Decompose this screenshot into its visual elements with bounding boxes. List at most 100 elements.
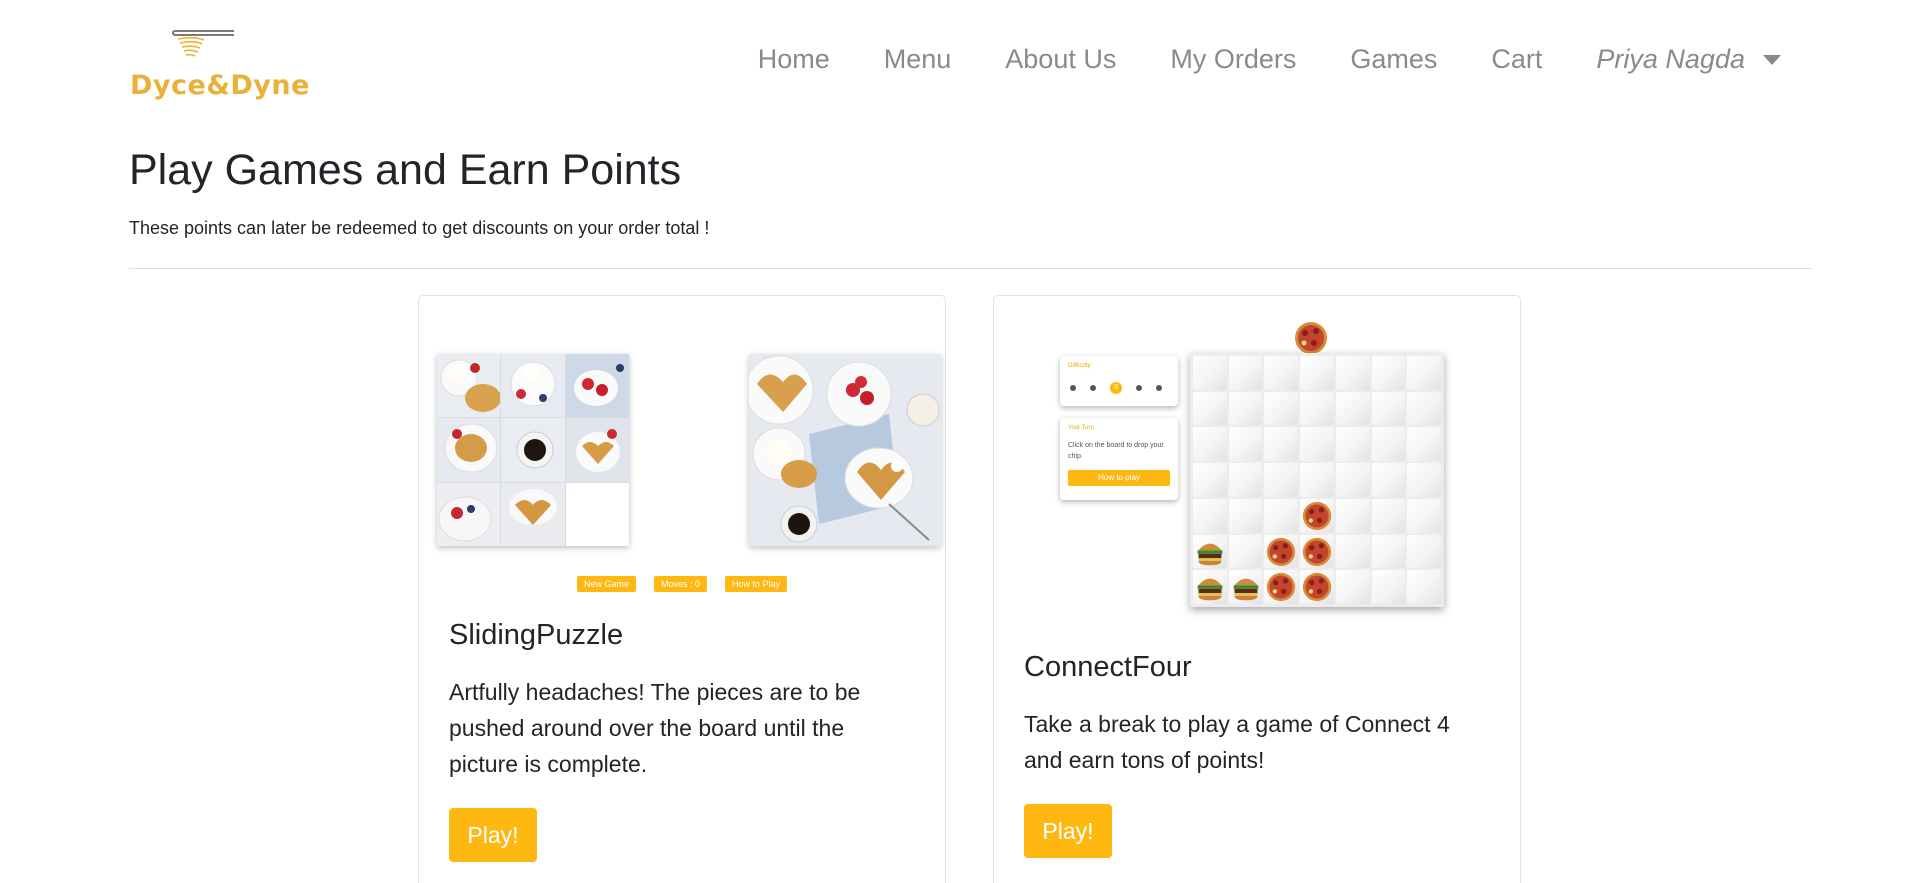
- turn-label: Your Turn: [1068, 425, 1094, 431]
- page-subtitle: These points can later be redeemed to ge…: [129, 218, 710, 238]
- board-cell: [1407, 534, 1441, 569]
- board-cell: [1371, 498, 1406, 533]
- whisk-icon: [172, 30, 234, 57]
- board-cell: [1264, 391, 1299, 426]
- new-game-button: New Game: [576, 576, 636, 592]
- board-cell: [1228, 427, 1263, 462]
- pizza-chip-icon: [1303, 573, 1332, 602]
- board-cell: [1228, 391, 1263, 426]
- board-cell: [1407, 427, 1441, 462]
- board-cell: [1335, 427, 1370, 462]
- divider: [129, 268, 1812, 269]
- board-cell: [1300, 391, 1334, 426]
- puzzle-preview-buttons: New Game Moves : 0 How to Play: [437, 576, 927, 592]
- pizza-chip-icon: [1295, 322, 1327, 354]
- board-cell: [1335, 356, 1370, 390]
- board-cell: [1335, 570, 1370, 604]
- board-cell: [1371, 463, 1406, 497]
- board-cell: [1193, 570, 1227, 604]
- pizza-chip-icon: [1267, 537, 1296, 566]
- board-cell: [1300, 534, 1334, 569]
- board-cell: [1300, 463, 1334, 497]
- difficulty-panel: Difficulty 3: [1060, 356, 1178, 406]
- board-cell: [1228, 463, 1263, 497]
- nav-about-us[interactable]: About Us: [1005, 44, 1116, 75]
- board-cell: [1193, 463, 1227, 497]
- difficulty-dot: [1090, 385, 1096, 391]
- puzzle-tile: [501, 354, 565, 418]
- board-cell: [1264, 534, 1299, 569]
- board-cell: [1264, 427, 1299, 462]
- nav-games[interactable]: Games: [1350, 44, 1437, 75]
- difficulty-dot: [1136, 385, 1142, 391]
- nav-links: Home Menu About Us My Orders Games Cart …: [704, 44, 1781, 75]
- nav-menu[interactable]: Menu: [884, 44, 952, 75]
- board-cell: [1371, 570, 1406, 604]
- game-card-sliding-puzzle: New Game Moves : 0 How to Play SlidingPu…: [418, 295, 946, 883]
- burger-chip-icon: [1197, 578, 1223, 601]
- puzzle-blank-tile: [565, 482, 629, 546]
- board-cell: [1228, 570, 1263, 604]
- pizza-chip-icon: [1267, 573, 1296, 602]
- card-title-sliding-puzzle: SlidingPuzzle: [449, 619, 624, 651]
- difficulty-dots: 3: [1070, 382, 1162, 394]
- board-cell: [1335, 391, 1370, 426]
- board-cell: [1335, 498, 1370, 533]
- chevron-down-icon: [1763, 54, 1781, 65]
- puzzle-tile: [501, 418, 565, 482]
- puzzle-tile: [565, 418, 629, 482]
- board-cell: [1228, 498, 1263, 533]
- card-text-sliding-puzzle: Artfully headaches! The pieces are to be…: [449, 679, 861, 777]
- board-cell: [1264, 498, 1299, 533]
- user-dropdown[interactable]: Priya Nagda: [1596, 44, 1781, 75]
- brand-name: Dyce&Dyne: [130, 70, 310, 101]
- pizza-chip-icon: [1303, 537, 1332, 566]
- card-title-connect-four: ConnectFour: [1024, 651, 1192, 683]
- user-name: Priya Nagda: [1596, 44, 1745, 74]
- puzzle-tile: [565, 354, 629, 418]
- brand-logo[interactable]: Dyce&Dyne: [130, 26, 309, 106]
- game-card-connect-four: Difficulty 3 Your Turn Click on the boar…: [993, 295, 1521, 883]
- nav-cart[interactable]: Cart: [1491, 44, 1542, 75]
- difficulty-label: Difficulty: [1068, 363, 1091, 369]
- board-cell: [1335, 534, 1370, 569]
- puzzle-tile: [501, 482, 565, 546]
- puzzle-tile: [437, 354, 501, 418]
- board-cell: [1371, 534, 1406, 569]
- board-cell: [1228, 356, 1263, 390]
- board-cell: [1335, 463, 1370, 497]
- board-cell: [1264, 356, 1299, 390]
- board-cell: [1193, 498, 1227, 533]
- play-sliding-puzzle-button[interactable]: Play!: [449, 808, 537, 862]
- pizza-chip-icon: [1303, 501, 1332, 530]
- difficulty-dot: [1070, 385, 1076, 391]
- puzzle-board: [437, 354, 629, 546]
- board-cell: [1407, 391, 1441, 426]
- board-cell: [1371, 427, 1406, 462]
- card-text-connect-four: Take a break to play a game of Connect 4…: [1024, 711, 1450, 773]
- puzzle-tile: [437, 418, 501, 482]
- board-cell: [1300, 498, 1334, 533]
- page-title: Play Games and Earn Points: [129, 146, 682, 194]
- board-cell: [1193, 534, 1227, 569]
- how-to-play-button: How to Play: [725, 576, 788, 592]
- board-cell: [1228, 534, 1263, 569]
- turn-panel: Your Turn Click on the board to drop you…: [1060, 418, 1178, 500]
- turn-instructions: Click on the board to drop your chip.: [1068, 442, 1164, 460]
- nav-my-orders[interactable]: My Orders: [1170, 44, 1296, 75]
- board-cell: [1264, 570, 1299, 604]
- board-cell: [1371, 391, 1406, 426]
- puzzle-reference-image: [749, 354, 941, 546]
- puzzle-tile: [437, 482, 501, 546]
- nav-home[interactable]: Home: [758, 44, 830, 75]
- board-cell: [1193, 427, 1227, 462]
- board-cell: [1264, 463, 1299, 497]
- burger-chip-icon: [1197, 543, 1223, 565]
- board-cell: [1407, 356, 1441, 390]
- board-cell: [1300, 427, 1334, 462]
- difficulty-selected: 3: [1110, 382, 1122, 394]
- play-connect-four-button[interactable]: Play!: [1024, 804, 1112, 858]
- board-cell: [1407, 463, 1441, 497]
- burger-chip-icon: [1233, 578, 1259, 601]
- connect-four-board: [1190, 353, 1444, 607]
